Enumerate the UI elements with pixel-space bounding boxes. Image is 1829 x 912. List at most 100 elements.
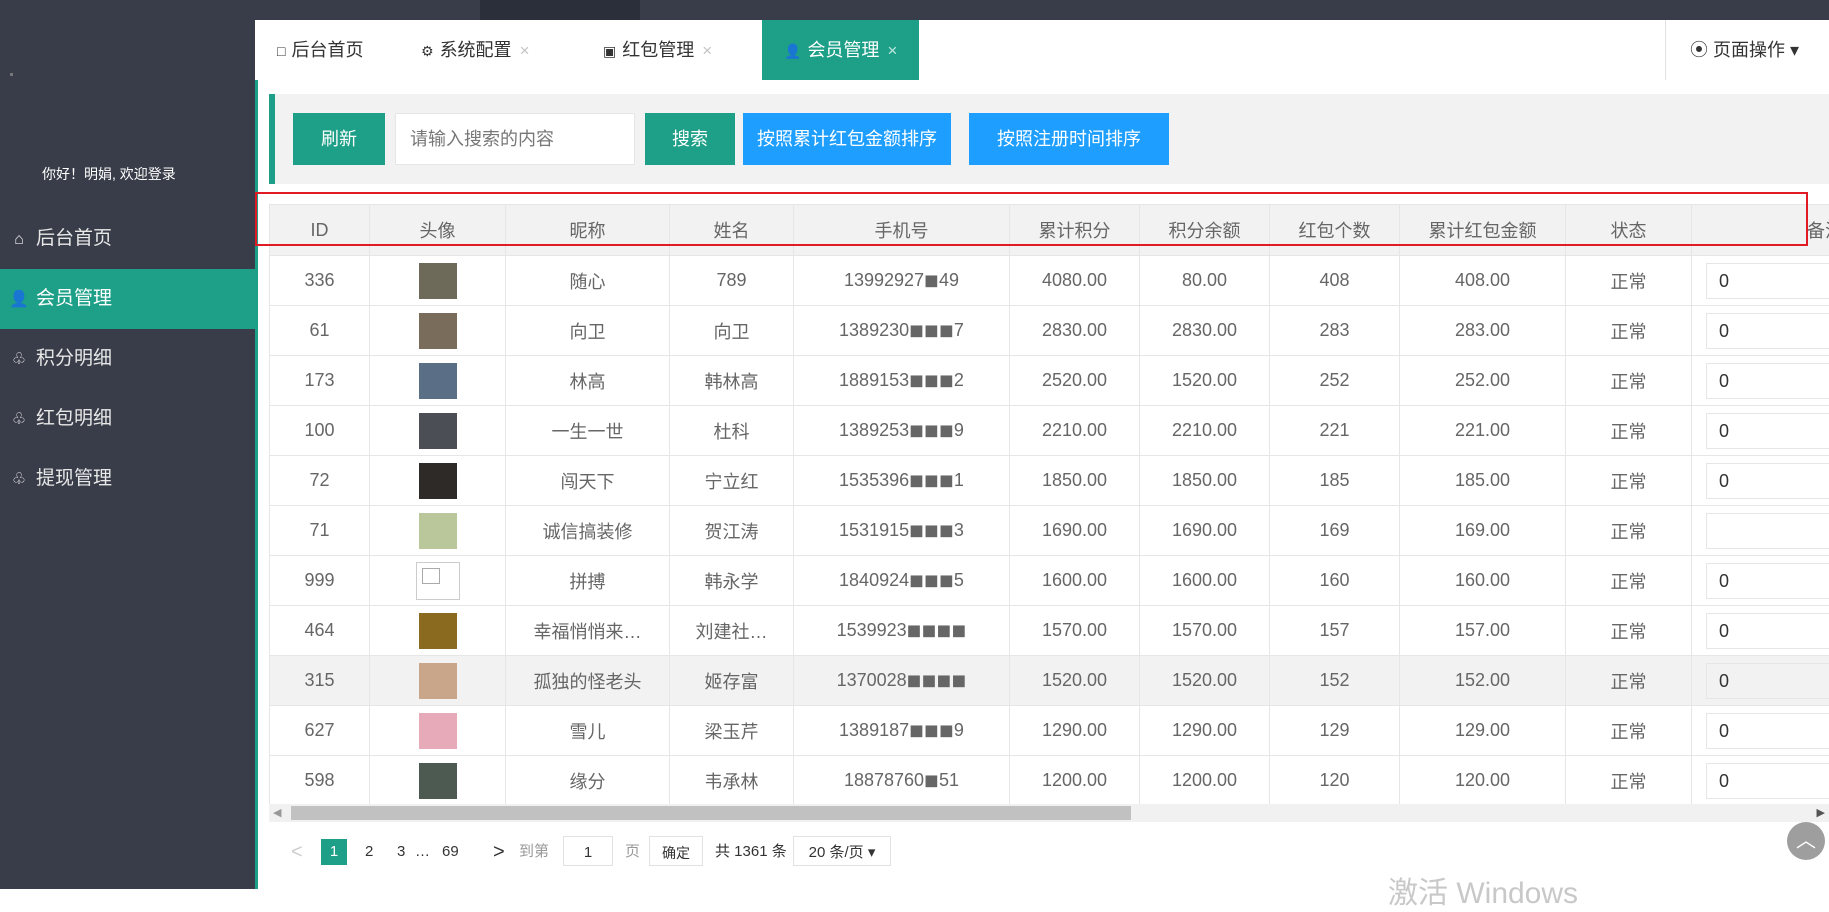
cell-name: 姬存富 xyxy=(670,656,794,706)
memo-input[interactable] xyxy=(1706,513,1829,549)
memo-input[interactable]: 0 xyxy=(1706,463,1829,499)
memo-input[interactable]: 0 xyxy=(1706,413,1829,449)
cell-status: 正常 xyxy=(1566,256,1692,306)
col-header[interactable]: ID xyxy=(270,205,370,256)
col-header[interactable]: 备注 xyxy=(1692,205,1829,256)
page-operations-menu[interactable]: ⦿ 页面操作 ▾ xyxy=(1665,20,1829,80)
cell-id: 100 xyxy=(270,406,370,456)
refresh-button[interactable]: 刷新 xyxy=(293,113,385,165)
cell-total: 1690.00 xyxy=(1010,506,1140,556)
page-1-button[interactable]: 1 xyxy=(321,839,347,865)
avatar-cell xyxy=(370,556,506,606)
col-header[interactable]: 累计红包金额 xyxy=(1400,205,1566,256)
memo-input[interactable]: 0 xyxy=(1706,663,1829,699)
cell-amount: 152.00 xyxy=(1400,656,1566,706)
col-header[interactable]: 手机号 xyxy=(794,205,1010,256)
table-row[interactable]: 315孤独的怪老头姬存富1370028◼◼◼◼1520.001520.00152… xyxy=(270,656,1829,706)
sidebar-item-home[interactable]: ⌂后台首页 xyxy=(0,209,255,269)
tab-system-config[interactable]: ⚙系统配置× xyxy=(421,20,530,80)
cell-total: 2830.00 xyxy=(1010,306,1140,356)
page-69-button[interactable]: 69 xyxy=(442,836,459,868)
cell-count: 283 xyxy=(1270,306,1400,356)
cell-id: 336 xyxy=(270,256,370,306)
close-icon[interactable]: × xyxy=(887,41,897,60)
close-icon[interactable]: × xyxy=(520,41,530,60)
goto-page-input[interactable]: 1 xyxy=(563,836,613,866)
search-button[interactable]: 搜索 xyxy=(645,113,735,165)
sidebar-item-redpack[interactable]: ♧ 红包明细 xyxy=(0,389,255,449)
scroll-right-arrow-icon[interactable]: ▶ xyxy=(1817,804,1825,822)
cell-phone: 18878760◼51 xyxy=(794,756,1010,805)
sidebar-item-points[interactable]: ♧积分明细 xyxy=(0,329,255,389)
col-header[interactable]: 积分余额 xyxy=(1140,205,1270,256)
col-header[interactable]: 红包个数 xyxy=(1270,205,1400,256)
col-header[interactable]: 昵称 xyxy=(506,205,670,256)
scroll-left-arrow-icon[interactable]: ◀ xyxy=(273,804,281,822)
avatar-cell xyxy=(370,506,506,556)
windows-activation-watermark: 激活 Windows xyxy=(1388,868,1578,912)
sidebar: 你好！明娟, 欢迎登录 ⌂后台首页 👤会员管理 ♧积分明细 ♧红包明细 ♧提现管… xyxy=(0,20,255,889)
table-row[interactable]: 627雪儿梁玉芹1389187◼◼◼91290.001290.00129129.… xyxy=(270,706,1829,756)
page-2-button[interactable]: 2 xyxy=(365,836,373,868)
memo-input[interactable]: 0 xyxy=(1706,263,1829,299)
table-row[interactable]: 999拼搏韩永学1840924◼◼◼51600.001600.00160160.… xyxy=(270,556,1829,606)
table-row[interactable]: 598缘分韦承林18878760◼511200.001200.00120120.… xyxy=(270,756,1829,805)
col-header[interactable]: 姓名 xyxy=(670,205,794,256)
col-header[interactable]: 累计积分 xyxy=(1010,205,1140,256)
prev-page-button[interactable]: < xyxy=(291,836,303,868)
sidebar-item-withdraw[interactable]: ♧提现管理 xyxy=(0,449,255,509)
cell-nick: 林高 xyxy=(506,356,670,406)
sort-by-redpack-button[interactable]: 按照累计红包金额排序 xyxy=(743,113,951,165)
sidebar-item-members[interactable]: 👤会员管理 xyxy=(0,269,255,329)
next-page-button[interactable]: > xyxy=(493,836,505,868)
table-row[interactable]: 336随心78913992927◼494080.0080.00408408.00… xyxy=(270,256,1829,306)
avatar xyxy=(419,513,457,549)
cell-total: 1600.00 xyxy=(1010,556,1140,606)
cell-count: 169 xyxy=(1270,506,1400,556)
goto-confirm-button[interactable]: 确定 xyxy=(649,836,703,866)
memo-input[interactable]: 0 xyxy=(1706,363,1829,399)
cell-total: 1290.00 xyxy=(1010,706,1140,756)
cell-total: 1200.00 xyxy=(1010,756,1140,805)
cell-nick: 向卫 xyxy=(506,306,670,356)
cell-status: 正常 xyxy=(1566,606,1692,656)
sidebar-item-label: 后台首页 xyxy=(36,228,112,249)
table-row[interactable]: 100一生一世杜科1389253◼◼◼92210.002210.00221221… xyxy=(270,406,1829,456)
cell-name: 杜科 xyxy=(670,406,794,456)
table-row[interactable]: 61向卫向卫1389230◼◼◼72830.002830.00283283.00… xyxy=(270,306,1829,356)
memo-input[interactable]: 0 xyxy=(1706,313,1829,349)
table-row[interactable]: 71诚信搞装修贺江涛1531915◼◼◼31690.001690.0016916… xyxy=(270,506,1829,556)
gear-icon: ⚙ xyxy=(421,43,434,59)
memo-cell: 0 xyxy=(1692,356,1829,406)
table-row[interactable]: 72闯天下宁立红1535396◼◼◼11850.001850.00185185.… xyxy=(270,456,1829,506)
horizontal-scrollbar[interactable]: ◀ ▶ xyxy=(269,804,1829,822)
close-icon[interactable]: × xyxy=(702,41,712,60)
back-to-top-button[interactable]: ︿ xyxy=(1787,822,1825,860)
memo-input[interactable]: 0 xyxy=(1706,713,1829,749)
search-input[interactable] xyxy=(395,113,635,165)
memo-cell: 0 xyxy=(1692,756,1829,805)
cell-nick: 闯天下 xyxy=(506,456,670,506)
tab-home[interactable]: □后台首页 xyxy=(277,20,363,80)
memo-input[interactable]: 0 xyxy=(1706,763,1829,799)
scrollbar-thumb[interactable] xyxy=(291,806,1131,820)
col-header[interactable]: 状态 xyxy=(1566,205,1692,256)
sidebar-item-label: 红包明细 xyxy=(36,408,112,429)
page-size-select[interactable]: 20 条/页 ▾ xyxy=(793,836,891,866)
medal-icon: ♧ xyxy=(8,390,30,450)
memo-input[interactable]: 0 xyxy=(1706,613,1829,649)
avatar-cell xyxy=(370,606,506,656)
avatar-cell xyxy=(370,356,506,406)
memo-input[interactable]: 0 xyxy=(1706,563,1829,599)
tab-members[interactable]: 👤会员管理× xyxy=(762,20,919,80)
table-row[interactable]: 464幸福悄悄来…刘建社…1539923◼◼◼◼1570.001570.0015… xyxy=(270,606,1829,656)
cell-count: 221 xyxy=(1270,406,1400,456)
members-table: ID 头像 昵称 姓名 手机号 累计积分 积分余额 红包个数 累计红包金额 状态… xyxy=(269,204,1829,804)
table-row[interactable]: 173林高韩林高1889153◼◼◼22520.001520.00252252.… xyxy=(270,356,1829,406)
page-3-button[interactable]: 3 xyxy=(397,836,405,868)
avatar xyxy=(419,763,457,799)
tab-redpack[interactable]: ▣红包管理× xyxy=(603,20,712,80)
sort-by-regtime-button[interactable]: 按照注册时间排序 xyxy=(969,113,1169,165)
cell-balance: 1850.00 xyxy=(1140,456,1270,506)
col-header[interactable]: 头像 xyxy=(370,205,506,256)
